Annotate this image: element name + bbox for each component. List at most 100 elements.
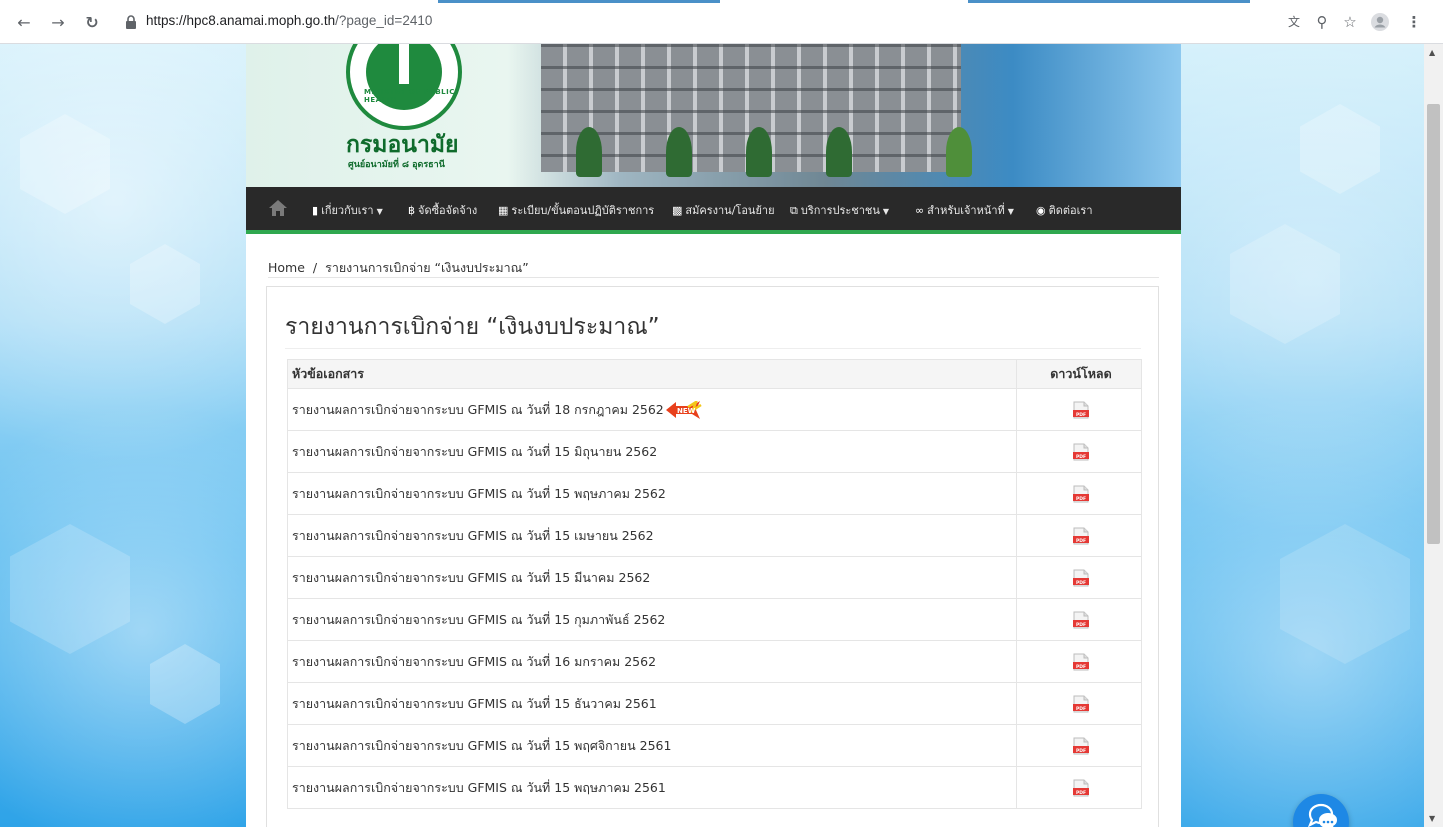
tab-indicator <box>438 0 720 3</box>
table-row: รายงานผลการเบิกจ่ายจากระบบ GFMIS ณ วันที… <box>287 682 1142 725</box>
table-row: รายงานผลการเบิกจ่ายจากระบบ GFMIS ณ วันที… <box>287 724 1142 767</box>
nav-item-label: ติดต่อเรา <box>1048 204 1093 217</box>
document-title-link[interactable]: รายงานผลการเบิกจ่ายจากระบบ GFMIS ณ วันที… <box>292 696 657 711</box>
pdf-icon[interactable]: PDF <box>1073 527 1089 545</box>
scroll-up-icon[interactable]: ▲ <box>1429 48 1435 57</box>
breadcrumb-divider <box>268 277 1159 278</box>
download-cell: PDF <box>1016 514 1142 557</box>
nav-item-label: สมัครงาน/โอนย้าย <box>685 204 775 217</box>
document-title-link[interactable]: รายงานผลการเบิกจ่ายจากระบบ GFMIS ณ วันที… <box>292 570 650 585</box>
pdf-icon[interactable]: PDF <box>1073 485 1089 503</box>
nav-item-regulations[interactable]: ▦ ระเบียบ/ขั้นตอนปฏิบัติราชการ <box>498 201 654 219</box>
scroll-down-icon[interactable]: ▼ <box>1429 814 1435 823</box>
url-path: /?page_id=2410 <box>335 13 433 28</box>
decorative-hexagon <box>10 524 130 654</box>
download-cell: PDF <box>1016 598 1142 641</box>
decorative-hexagon <box>130 244 200 324</box>
baht-icon: ฿ <box>408 204 415 217</box>
nav-item-public-services[interactable]: ⧉ บริการประชาชน ▼ <box>790 201 889 219</box>
column-header-title: หัวข้อเอกสาร <box>287 359 1017 389</box>
document-title-cell: รายงานผลการเบิกจ่ายจากระบบ GFMIS ณ วันที… <box>287 514 1017 557</box>
palm-tree <box>946 127 972 177</box>
pdf-icon[interactable]: PDF <box>1073 401 1089 419</box>
pdf-icon[interactable]: PDF <box>1073 737 1089 755</box>
document-title-cell: รายงานผลการเบิกจ่ายจากระบบ GFMIS ณ วันที… <box>287 472 1017 515</box>
table-row: รายงานผลการเบิกจ่ายจากระบบ GFMIS ณ วันที… <box>287 598 1142 641</box>
external-link-icon: ⧉ <box>790 204 798 217</box>
zoom-icon[interactable]: ⚲ <box>1312 12 1332 32</box>
nav-item-procurement[interactable]: ฿จัดซื้อจัดจ้าง <box>408 201 477 219</box>
address-bar[interactable]: https://hpc8.anamai.moph.go.th/?page_id=… <box>146 13 432 28</box>
svg-text:PDF: PDF <box>1076 663 1086 669</box>
logo-ring-text: MINISTRY OF PUBLIC HEALTH <box>364 88 455 104</box>
page-viewport: MINISTRY OF PUBLIC HEALTH กรมอนามัย ศูนย… <box>0 44 1424 827</box>
pdf-icon[interactable]: PDF <box>1073 569 1089 587</box>
url-main: https://hpc8.anamai.moph.go.th <box>146 13 336 28</box>
menu-icon[interactable]: ⋮ <box>1404 12 1424 32</box>
pdf-icon[interactable]: PDF <box>1073 653 1089 671</box>
document-title-link[interactable]: รายงานผลการเบิกจ่ายจากระบบ GFMIS ณ วันที… <box>292 402 664 417</box>
download-cell: PDF <box>1016 682 1142 725</box>
reload-icon[interactable]: ↻ <box>82 13 102 33</box>
nav-item-label: สำหรับเจ้าหน้าที่ <box>927 204 1005 217</box>
document-title-link[interactable]: รายงานผลการเบิกจ่ายจากระบบ GFMIS ณ วันที… <box>292 528 654 543</box>
bookmark-star-icon[interactable]: ☆ <box>1340 12 1360 32</box>
nav-item-about[interactable]: ▮ เกี่ยวกับเรา ▼ <box>312 201 383 219</box>
map-marker-icon: ◉ <box>1036 204 1046 217</box>
breadcrumb-home[interactable]: Home <box>268 260 305 275</box>
svg-text:PDF: PDF <box>1076 453 1086 459</box>
palm-tree <box>576 127 602 177</box>
content-card: รายงานการเบิกจ่าย “เงินงบประมาณ” หัวข้อเ… <box>266 286 1159 827</box>
palm-tree <box>666 127 692 177</box>
download-cell: PDF <box>1016 430 1142 473</box>
palm-tree <box>826 127 852 177</box>
page-title: รายงานการเบิกจ่าย “เงินงบประมาณ” <box>285 314 660 340</box>
lock-icon[interactable] <box>125 15 137 29</box>
pdf-icon[interactable]: PDF <box>1073 443 1089 461</box>
book-icon: ▦ <box>498 204 509 217</box>
document-title-link[interactable]: รายงานผลการเบิกจ่ายจากระบบ GFMIS ณ วันที… <box>292 780 666 795</box>
back-icon[interactable]: ← <box>14 13 34 33</box>
nav-item-contact[interactable]: ◉ ติดต่อเรา <box>1036 201 1093 219</box>
ministry-logo[interactable]: MINISTRY OF PUBLIC HEALTH <box>346 44 462 130</box>
brand-subtitle: ศูนย์อนามัยที่ ๘ อุดรธานี <box>348 160 445 170</box>
new-badge-icon: NEW <box>665 398 702 419</box>
pdf-icon[interactable]: PDF <box>1073 779 1089 797</box>
download-cell: PDF <box>1016 640 1142 683</box>
breadcrumb: Home / รายงานการเบิกจ่าย “เงินงบประมาณ” <box>268 258 529 278</box>
briefcase-icon: ▩ <box>672 204 683 217</box>
download-cell: PDF <box>1016 556 1142 599</box>
profile-icon[interactable] <box>1370 12 1390 32</box>
document-title-link[interactable]: รายงานผลการเบิกจ่ายจากระบบ GFMIS ณ วันที… <box>292 654 656 669</box>
document-title-cell: รายงานผลการเบิกจ่ายจากระบบ GFMIS ณ วันที… <box>287 766 1017 809</box>
nav-item-jobs[interactable]: ▩ สมัครงาน/โอนย้าย <box>672 201 775 219</box>
chat-button[interactable] <box>1293 794 1349 827</box>
svg-text:PDF: PDF <box>1076 747 1086 753</box>
pdf-icon[interactable]: PDF <box>1073 695 1089 713</box>
scrollbar-thumb[interactable] <box>1427 104 1440 544</box>
main-navigation: ▮ เกี่ยวกับเรา ▼ ฿จัดซื้อจัดจ้าง ▦ ระเบียบ/… <box>246 187 1181 234</box>
table-row: รายงานผลการเบิกจ่ายจากระบบ GFMIS ณ วันที… <box>287 766 1142 809</box>
vertical-scrollbar[interactable]: ▲ ▼ <box>1424 44 1443 827</box>
document-title-link[interactable]: รายงานผลการเบิกจ่ายจากระบบ GFMIS ณ วันที… <box>292 486 666 501</box>
document-title-cell: รายงานผลการเบิกจ่ายจากระบบ GFMIS ณ วันที… <box>287 388 1017 431</box>
document-title-link[interactable]: รายงานผลการเบิกจ่ายจากระบบ GFMIS ณ วันที… <box>292 444 657 459</box>
home-icon[interactable] <box>268 198 288 218</box>
new-badge-text: NEW <box>677 407 696 415</box>
svg-text:PDF: PDF <box>1076 411 1086 417</box>
table-body: รายงานผลการเบิกจ่ายจากระบบ GFMIS ณ วันที… <box>287 388 1142 809</box>
nav-item-label: จัดซื้อจัดจ้าง <box>418 204 478 217</box>
nav-item-label: ระเบียบ/ขั้นตอนปฏิบัติราชการ <box>511 204 655 217</box>
pdf-icon[interactable]: PDF <box>1073 611 1089 629</box>
decorative-hexagon <box>1300 104 1380 194</box>
forward-icon[interactable]: → <box>48 13 68 33</box>
download-cell: PDF <box>1016 766 1142 809</box>
chevron-down-icon: ▼ <box>376 207 383 216</box>
chevron-down-icon: ▼ <box>1007 207 1014 216</box>
tab-indicator <box>968 0 1250 3</box>
translate-icon[interactable]: 文 <box>1284 12 1304 32</box>
document-title-link[interactable]: รายงานผลการเบิกจ่ายจากระบบ GFMIS ณ วันที… <box>292 738 671 753</box>
table-row: รายงานผลการเบิกจ่ายจากระบบ GFMIS ณ วันที… <box>287 640 1142 683</box>
document-title-link[interactable]: รายงานผลการเบิกจ่ายจากระบบ GFMIS ณ วันที… <box>292 612 665 627</box>
nav-item-staff[interactable]: ∞ สำหรับเจ้าหน้าที่ ▼ <box>915 201 1014 219</box>
